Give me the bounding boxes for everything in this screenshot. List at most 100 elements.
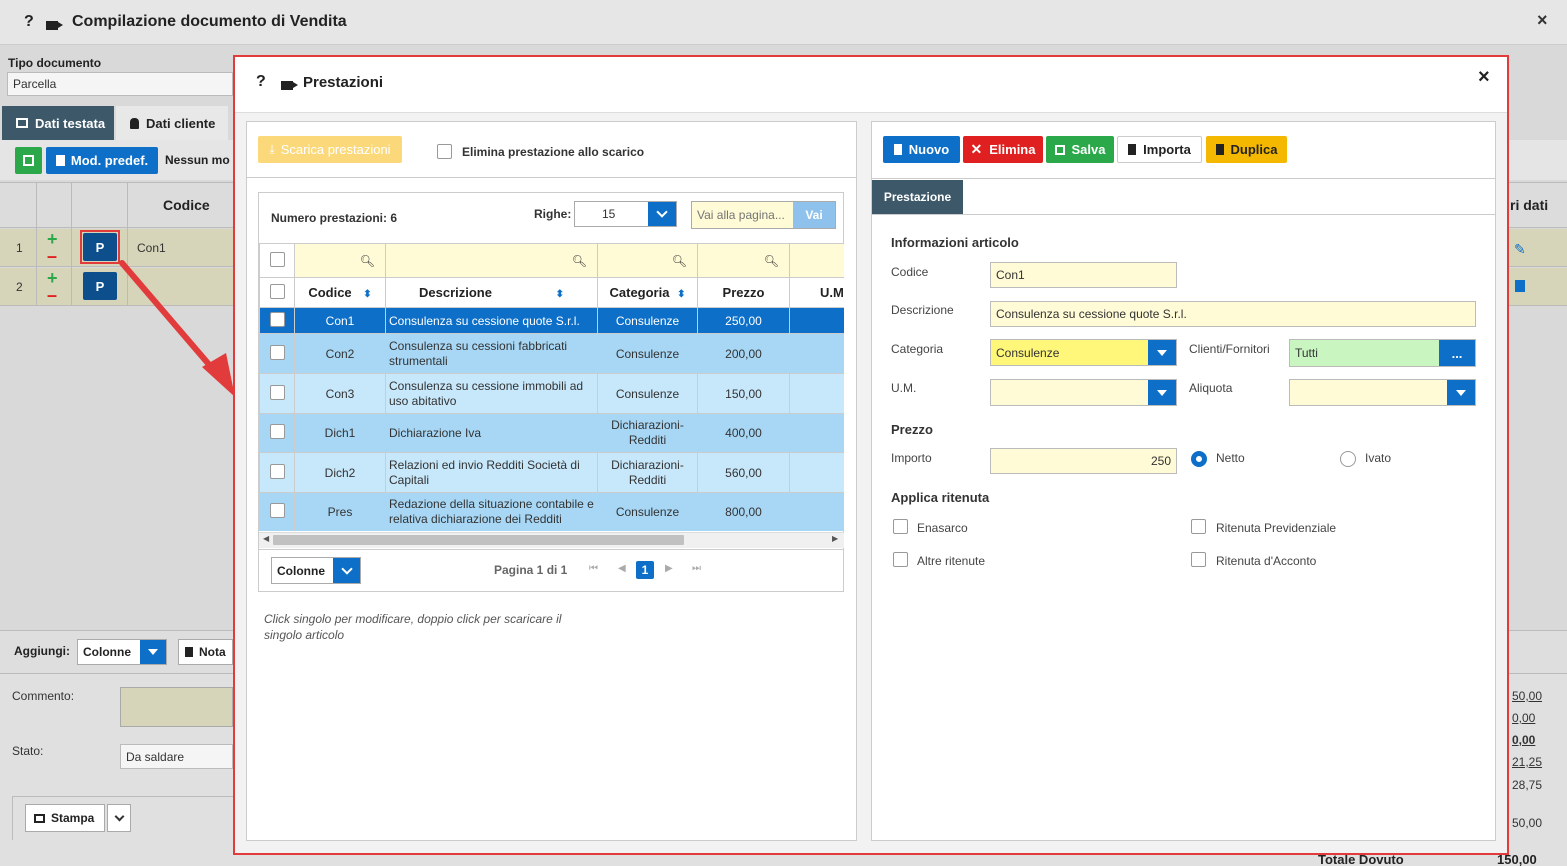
scroll-right-icon[interactable]: ▶ (832, 534, 838, 543)
cell-prezzo: 200,00 (697, 333, 790, 374)
next-page-icon[interactable]: ▶ (665, 563, 673, 574)
stampa-dropdown[interactable] (107, 804, 131, 832)
document-icon[interactable] (1515, 280, 1525, 292)
netto-radio[interactable] (1191, 451, 1207, 467)
scrollbar-thumb[interactable] (273, 535, 684, 545)
aliquota-select[interactable] (1289, 379, 1476, 406)
tab-prestazione[interactable]: Prestazione (872, 180, 963, 214)
help-icon[interactable]: ? (24, 13, 34, 31)
filter-descrizione[interactable]: 🔍︎ (385, 243, 598, 278)
doc-type-field[interactable]: Parcella (7, 72, 233, 96)
goto-page-input[interactable] (692, 202, 793, 228)
edit-icon[interactable]: ✎ (1514, 241, 1526, 258)
cell-codice: Dich1 (294, 413, 386, 453)
colonne-select[interactable]: Colonne (271, 557, 361, 584)
tab-dati-testata[interactable]: Dati testata (2, 106, 114, 140)
col-codice[interactable]: Codice ⬍ (294, 277, 386, 308)
stampa-label: Stampa (51, 811, 95, 825)
save-icon (23, 155, 34, 166)
video-icon[interactable] (46, 21, 63, 30)
table-row[interactable]: Dich1 Dichiarazione Iva Dichiarazioni-Re… (259, 413, 844, 453)
col-descrizione[interactable]: Descrizione ⬍ (385, 277, 598, 308)
filter-um[interactable] (789, 243, 844, 278)
remove-row-icon[interactable]: – (47, 285, 57, 306)
table-row[interactable]: Con3 Consulenza su cessione immobili ad … (259, 373, 844, 414)
video-icon[interactable] (281, 81, 298, 90)
page-number-button[interactable]: 1 (636, 561, 654, 579)
prezzo-title: Prezzo (891, 422, 933, 437)
nuovo-button[interactable]: Nuovo (883, 136, 960, 163)
row-checkbox[interactable] (269, 311, 285, 327)
nota-button[interactable]: Nota (178, 639, 233, 665)
row-checkbox[interactable] (269, 463, 285, 479)
doc-type-value: Parcella (13, 77, 57, 91)
importo-input[interactable]: 250 (990, 448, 1177, 474)
close-icon[interactable]: × (1478, 66, 1490, 89)
mod-predef-button[interactable]: Mod. predef. (46, 147, 158, 174)
elimina-btn-label: Elimina (989, 142, 1036, 157)
filter-codice[interactable]: 🔍︎ (294, 243, 386, 278)
ivato-radio[interactable] (1340, 451, 1356, 467)
scarica-label: Scarica prestazioni (280, 142, 391, 157)
vai-button[interactable]: Vai (793, 202, 835, 228)
nota-label: Nota (199, 645, 226, 659)
stato-field[interactable]: Da saldare (120, 744, 233, 769)
row-number: 1 (16, 241, 23, 255)
importa-button[interactable]: Importa (1117, 136, 1202, 163)
col-categoria[interactable]: Categoria ⬍ (597, 277, 698, 308)
scarica-prestazioni-button[interactable]: ⤓ Scarica prestazioni (258, 136, 402, 163)
header-checkbox[interactable] (269, 283, 285, 299)
descrizione-input[interactable]: Consulenza su cessione quote S.r.l. (990, 301, 1476, 327)
col-prezzo[interactable]: Prezzo (697, 277, 790, 308)
salva-button[interactable]: Salva (1046, 136, 1114, 163)
help-icon[interactable]: ? (256, 73, 266, 91)
row-checkbox[interactable] (269, 384, 285, 400)
stampa-button[interactable]: Stampa (25, 804, 105, 832)
tab-dati-cliente[interactable]: Dati cliente (116, 106, 228, 140)
ritenuta-acconto-checkbox[interactable] (1191, 552, 1206, 567)
righe-select[interactable]: 15 (574, 201, 677, 227)
file-icon (893, 144, 902, 155)
elimina-label: Elimina prestazione allo scarico (462, 145, 645, 159)
cell-codice: Con3 (294, 373, 386, 414)
categoria-select[interactable]: Consulenze (990, 339, 1177, 366)
row-checkbox[interactable] (269, 503, 285, 518)
commento-field[interactable] (120, 687, 233, 727)
table-row[interactable]: Con1 Consulenza su cessione quote S.r.l.… (259, 307, 844, 334)
duplica-button[interactable]: Duplica (1206, 136, 1287, 163)
x-icon: ✕ (970, 141, 983, 157)
bg-col-codice: Codice (163, 197, 210, 213)
table-row[interactable]: Dich2 Relazioni ed invio Redditi Società… (259, 452, 844, 493)
clienti-lookup-button[interactable]: ... (1439, 340, 1475, 366)
last-page-icon[interactable]: ⏭ (692, 563, 701, 574)
table-row[interactable]: Pres Redazione della situazione contabil… (259, 492, 844, 531)
close-icon[interactable]: × (1537, 10, 1548, 31)
elimina-button[interactable]: ✕ Elimina (963, 136, 1043, 163)
select-all-checkbox[interactable] (269, 251, 285, 267)
ritenuta-previdenziale-checkbox[interactable] (1191, 519, 1206, 534)
table-row[interactable]: Con2 Consulenza su cessioni fabbricati s… (259, 333, 844, 374)
chevron-down-icon (140, 640, 166, 664)
filter-prezzo[interactable]: 🔍︎ (697, 243, 790, 278)
codice-input[interactable]: Con1 (990, 262, 1177, 288)
clienti-field[interactable]: Tutti ... (1289, 339, 1476, 367)
filter-categoria[interactable]: 🔍︎ (597, 243, 698, 278)
first-page-icon[interactable]: ⏮ (589, 563, 598, 574)
scroll-left-icon[interactable]: ◀ (263, 534, 269, 543)
user-icon (130, 117, 139, 129)
prev-page-icon[interactable]: ◀ (618, 563, 626, 574)
elimina-checkbox[interactable] (437, 144, 452, 159)
sort-icon: ⬍ (555, 289, 564, 300)
um-select[interactable] (990, 379, 1177, 406)
col-um[interactable]: U.M (789, 277, 844, 308)
altre-ritenute-checkbox[interactable] (893, 552, 908, 567)
row-checkbox[interactable] (269, 424, 285, 439)
save-icon-button[interactable] (15, 147, 42, 174)
row-checkbox[interactable] (269, 344, 285, 360)
cell-categoria: Consulenze (597, 307, 698, 334)
remove-row-icon[interactable]: – (47, 246, 57, 267)
cell-descrizione: Consulenza su cessioni fabbricati strume… (385, 333, 598, 374)
filter-row: 🔍︎ 🔍︎ 🔍︎ 🔍︎ (259, 243, 844, 278)
bg-colonne-select[interactable]: Colonne (77, 639, 167, 665)
enasarco-checkbox[interactable] (893, 519, 908, 534)
